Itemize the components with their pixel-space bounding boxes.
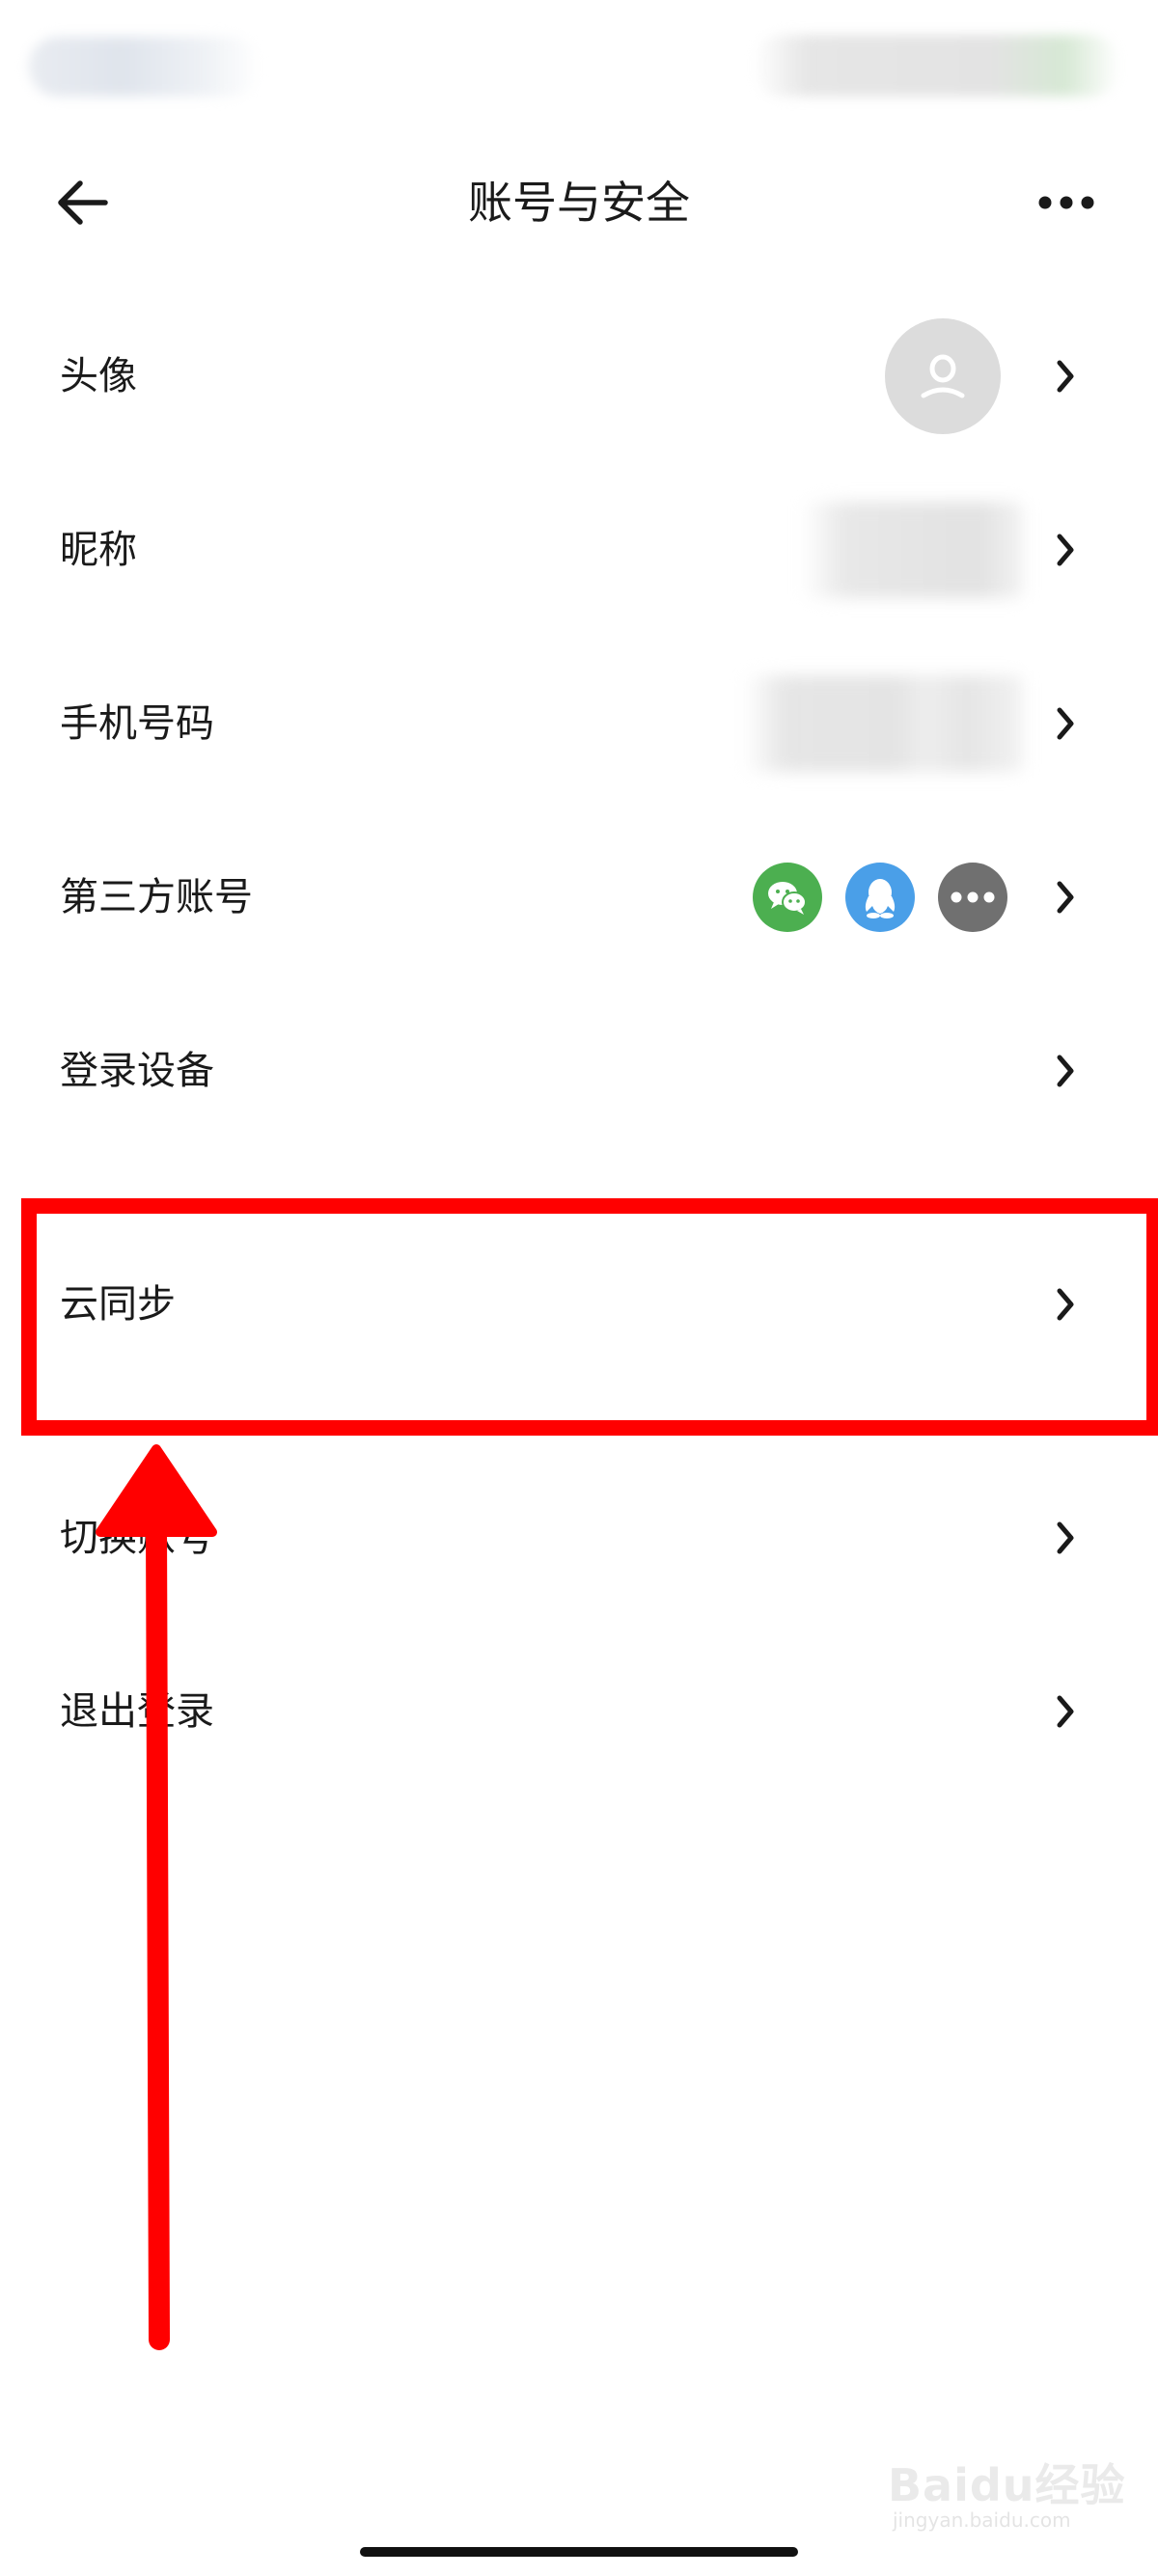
wechat-glyph xyxy=(768,882,807,915)
watermark-sub: jingyan.baidu.com xyxy=(893,2508,1071,2532)
row-label: 昵称 xyxy=(60,528,137,572)
row-label: 手机号码 xyxy=(60,701,214,746)
chevron-right-icon xyxy=(1057,881,1074,914)
chevron-right-icon xyxy=(1057,1695,1074,1728)
annotation-highlight-box xyxy=(21,1198,1158,1436)
more-dots-glyph xyxy=(951,891,995,903)
chevron-right-icon xyxy=(1057,1521,1074,1554)
qq-glyph xyxy=(865,879,896,918)
avatar xyxy=(885,318,1001,434)
status-bar xyxy=(0,0,1158,135)
qq-icon[interactable] xyxy=(845,863,915,932)
row-label: 头像 xyxy=(60,354,137,398)
status-bar-time-blurred xyxy=(29,37,261,96)
more-accounts-icon[interactable] xyxy=(938,863,1007,932)
settings-row-login-devices[interactable]: 登录设备 xyxy=(0,984,1158,1158)
row-label: 第三方账号 xyxy=(60,875,253,919)
row-label: 退出登录 xyxy=(60,1689,214,1734)
watermark-main: Baidu经验 xyxy=(888,2459,1126,2511)
settings-row-logout[interactable]: 退出登录 xyxy=(0,1625,1158,1798)
chevron-right-icon xyxy=(1057,1055,1074,1087)
chevron-right-icon xyxy=(1057,360,1074,393)
wechat-icon[interactable] xyxy=(753,863,822,932)
settings-row-third-party[interactable]: 第三方账号 xyxy=(0,810,1158,984)
row-label: 登录设备 xyxy=(60,1049,214,1093)
status-bar-icons-blurred xyxy=(753,35,1119,96)
settings-row-avatar[interactable]: 头像 xyxy=(0,289,1158,463)
chevron-right-icon xyxy=(1057,707,1074,740)
watermark: Baidu经验 jingyan.baidu.com xyxy=(878,2431,1125,2537)
more-button[interactable] xyxy=(1023,174,1110,232)
user-icon xyxy=(921,354,965,398)
back-button[interactable] xyxy=(53,169,130,236)
settings-row-switch-account[interactable]: 切换账号 xyxy=(0,1451,1158,1625)
chevron-right-icon xyxy=(1057,534,1074,566)
nickname-value-blurred xyxy=(801,502,1023,598)
page-title: 账号与安全 xyxy=(468,177,690,229)
more-horizontal-icon xyxy=(1038,196,1094,209)
home-indicator[interactable] xyxy=(360,2547,798,2557)
settings-row-phone[interactable]: 手机号码 xyxy=(0,637,1158,810)
nav-bar: 账号与安全 xyxy=(0,135,1158,270)
settings-row-nickname[interactable]: 昵称 xyxy=(0,463,1158,637)
phone-value-blurred xyxy=(743,675,1023,772)
row-label: 切换账号 xyxy=(60,1516,214,1560)
arrow-left-icon xyxy=(58,180,108,225)
